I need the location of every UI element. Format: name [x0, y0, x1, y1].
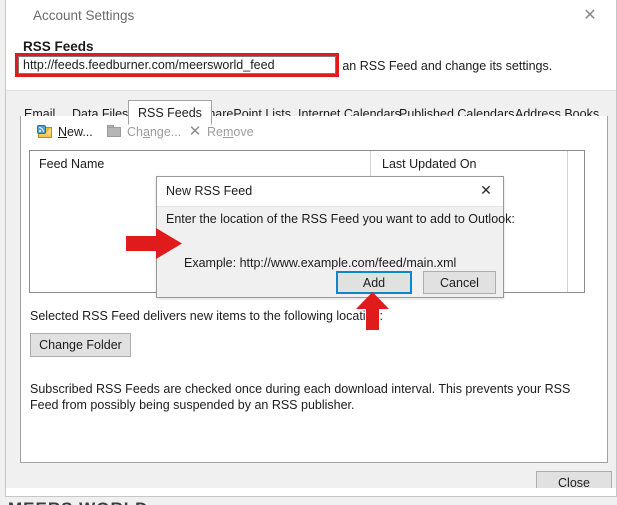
column-header-feed-name: Feed Name: [39, 157, 105, 171]
window-titlebar: Account Settings ✕: [6, 0, 616, 32]
add-button[interactable]: Add: [336, 271, 412, 294]
new-feed-label: New...: [58, 124, 93, 139]
dialog-prompt: Enter the location of the RSS Feed you w…: [166, 212, 515, 226]
column-divider: [567, 151, 568, 292]
close-icon[interactable]: ✕: [572, 3, 608, 29]
dialog-close-icon[interactable]: ✕: [473, 179, 499, 201]
page-title: RSS Feeds: [23, 39, 94, 54]
change-folder-button[interactable]: Change Folder: [30, 333, 131, 357]
new-feed-button[interactable]: New...: [37, 121, 93, 142]
screenshot-root: Account Settings ✕ RSS Feeds You can add…: [0, 0, 617, 505]
remove-icon: ✕: [188, 123, 202, 140]
change-feed-label: Change...: [127, 124, 182, 139]
remove-feed-label: Remove: [207, 124, 254, 139]
url-input-highlight: [15, 53, 339, 77]
cancel-button[interactable]: Cancel: [423, 271, 496, 294]
url-input[interactable]: [18, 56, 336, 74]
window-bottom-edge: [6, 488, 616, 496]
dialog-titlebar: New RSS Feed ✕: [157, 177, 503, 207]
column-header-last-updated: Last Updated On: [382, 157, 477, 171]
subscription-note: Subscribed RSS Feeds are checked once du…: [30, 382, 571, 412]
dialog-example-text: Example: http://www.example.com/feed/mai…: [184, 256, 457, 270]
feeds-toolbar: New... Change... ✕ Remove: [21, 116, 607, 147]
watermark-text: MEERS WORLD: [8, 499, 148, 505]
tab-bar: Email Data Files RSS Feeds SharePoint Lists…: [6, 91, 616, 125]
change-feed-icon: [107, 125, 122, 138]
new-feed-icon: [37, 124, 53, 139]
dialog-title: New RSS Feed: [166, 184, 253, 198]
window-title: Account Settings: [33, 8, 135, 23]
delivery-location-label: Selected RSS Feed delivers new items to …: [30, 309, 383, 323]
tab-rss-feeds[interactable]: RSS Feeds: [128, 100, 212, 125]
